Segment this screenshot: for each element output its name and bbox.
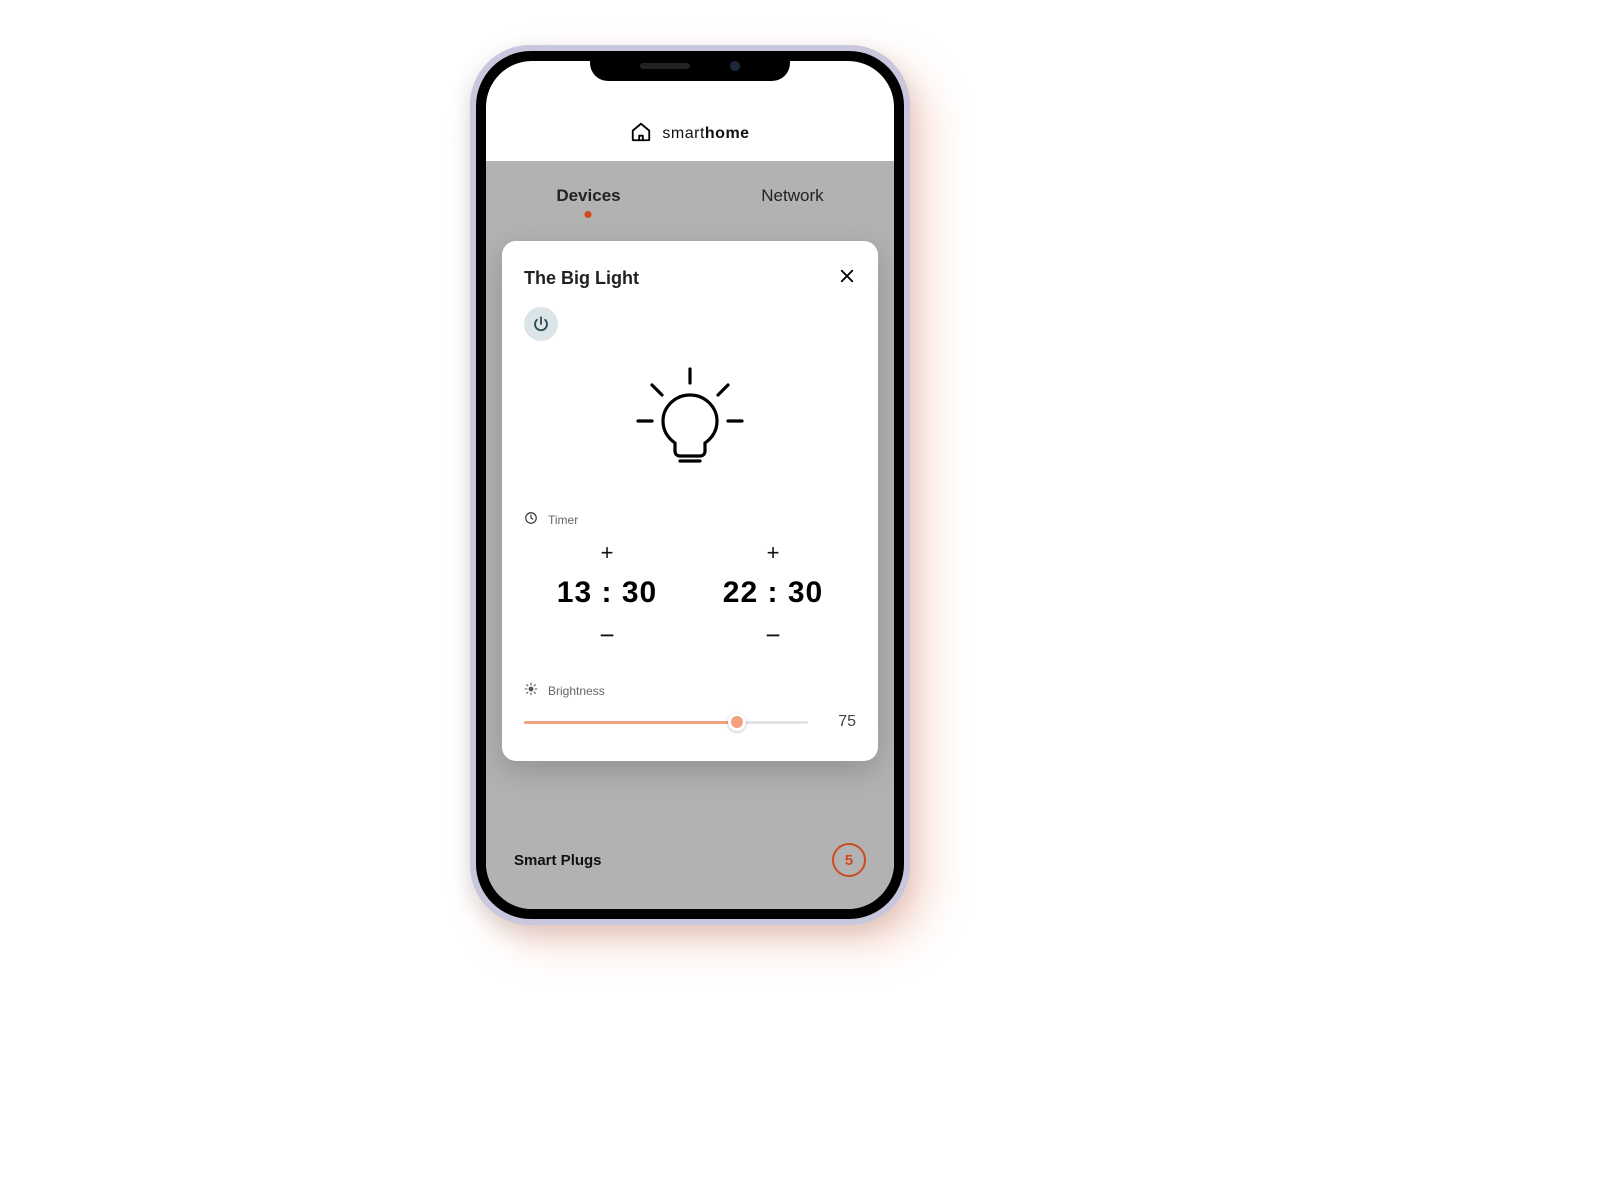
- tab-network[interactable]: Network: [761, 186, 823, 206]
- tab-devices[interactable]: Devices: [556, 186, 620, 206]
- count-badge: 5: [832, 843, 866, 877]
- brand-label-light: smart: [662, 125, 705, 142]
- home-icon: [630, 121, 652, 143]
- screen: smarthome Devices Network The Big Light: [486, 61, 894, 909]
- category-row-smart-plugs[interactable]: Smart Plugs 5: [486, 843, 894, 877]
- timer-end-increment[interactable]: +: [767, 542, 780, 564]
- clock-icon: [524, 511, 538, 528]
- brightness-value: 75: [826, 713, 856, 731]
- timer-start-increment[interactable]: +: [601, 542, 614, 564]
- lightbulb-illustration: [524, 365, 856, 475]
- phone-bezel: smarthome Devices Network The Big Light: [476, 51, 904, 919]
- timer-end: + 22 : 30 −: [723, 542, 823, 648]
- front-camera: [730, 61, 740, 71]
- brightness-section-label: Brightness: [524, 682, 856, 699]
- timer-label-text: Timer: [548, 513, 578, 527]
- tab-bar: Devices Network: [486, 161, 894, 231]
- category-label: Smart Plugs: [514, 852, 602, 869]
- phone-notch: [590, 51, 790, 81]
- brightness-icon: [524, 682, 538, 699]
- timer-end-value: 22 : 30: [723, 576, 823, 610]
- close-icon[interactable]: [838, 267, 856, 289]
- device-modal: The Big Light: [502, 241, 878, 761]
- speaker-slot: [640, 63, 690, 69]
- brand-label: smarthome: [662, 125, 749, 143]
- brightness-slider[interactable]: [524, 719, 808, 725]
- modal-title: The Big Light: [524, 268, 639, 289]
- brightness-label-text: Brightness: [548, 684, 605, 698]
- power-button[interactable]: [524, 307, 558, 341]
- timer-start: + 13 : 30 −: [557, 542, 657, 648]
- slider-thumb[interactable]: [728, 713, 746, 731]
- timer-section-label: Timer: [524, 511, 856, 528]
- timer-start-decrement[interactable]: −: [599, 622, 614, 648]
- brand-label-bold: home: [705, 125, 750, 142]
- timer-start-value: 13 : 30: [557, 576, 657, 610]
- slider-fill: [524, 721, 737, 724]
- timer-end-decrement[interactable]: −: [765, 622, 780, 648]
- phone-frame: smarthome Devices Network The Big Light: [470, 45, 910, 925]
